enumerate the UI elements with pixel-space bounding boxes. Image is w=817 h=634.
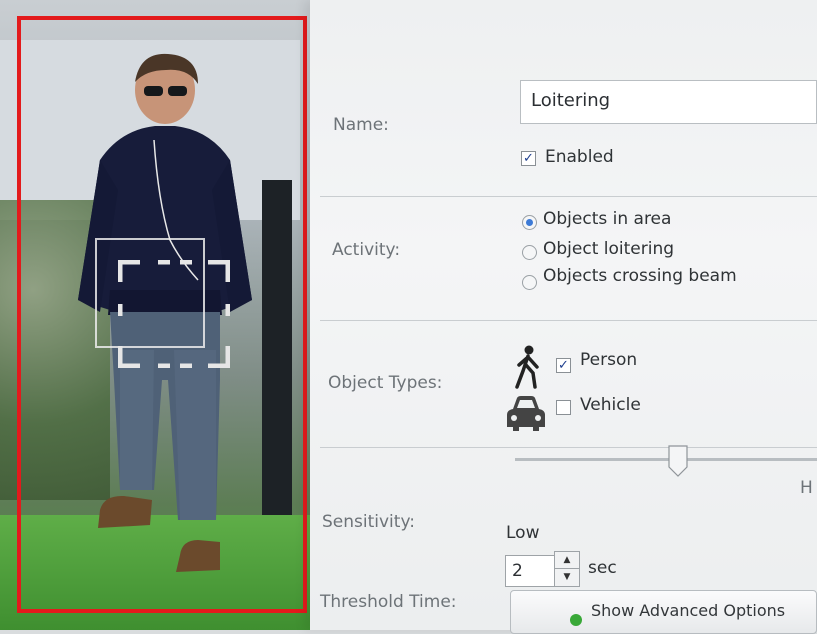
divider	[320, 196, 817, 197]
vehicle-checkbox[interactable]	[556, 400, 571, 415]
sensitivity-slider-track[interactable]	[515, 458, 817, 461]
stepper-up-icon[interactable]: ▲	[555, 552, 579, 569]
radio-objects-in-area[interactable]	[522, 215, 537, 230]
threshold-stepper[interactable]: ▲ ▼	[554, 551, 580, 587]
divider	[320, 447, 817, 448]
advanced-options-icon	[570, 614, 582, 626]
threshold-unit: sec	[588, 558, 617, 578]
enabled-label: Enabled	[545, 147, 614, 167]
threshold-time-input[interactable]: 2	[505, 555, 555, 587]
camera-view	[0, 0, 330, 630]
person-walking-icon	[515, 345, 539, 389]
sensitivity-slider-thumb[interactable]	[668, 445, 688, 477]
show-advanced-options-button[interactable]: Show Advanced Options	[510, 590, 817, 634]
radio-objects-crossing-beam-label: Objects crossing beam	[543, 266, 737, 286]
person-label: Person	[580, 350, 638, 370]
stepper-down-icon[interactable]: ▼	[555, 569, 579, 586]
radio-objects-crossing-beam[interactable]	[522, 275, 537, 290]
sensitivity-low-label: Low	[506, 523, 540, 543]
radio-object-loitering[interactable]	[522, 245, 537, 260]
threshold-time-label: Threshold Time:	[320, 592, 457, 612]
object-types-label: Object Types:	[328, 373, 443, 393]
radio-object-loitering-label: Object loitering	[543, 239, 675, 259]
person-checkbox[interactable]: ✓	[556, 358, 571, 373]
selection-frame	[17, 16, 307, 613]
car-icon	[507, 396, 545, 431]
divider	[320, 320, 817, 321]
enabled-checkbox[interactable]: ✓	[521, 151, 536, 166]
radio-objects-in-area-label: Objects in area	[543, 209, 672, 229]
name-input[interactable]: Loitering	[520, 80, 817, 124]
sensitivity-high-label: H	[800, 478, 813, 498]
vehicle-label: Vehicle	[580, 395, 641, 415]
sensitivity-label: Sensitivity:	[322, 512, 415, 532]
activity-label: Activity:	[332, 240, 401, 260]
name-label: Name:	[333, 115, 389, 135]
